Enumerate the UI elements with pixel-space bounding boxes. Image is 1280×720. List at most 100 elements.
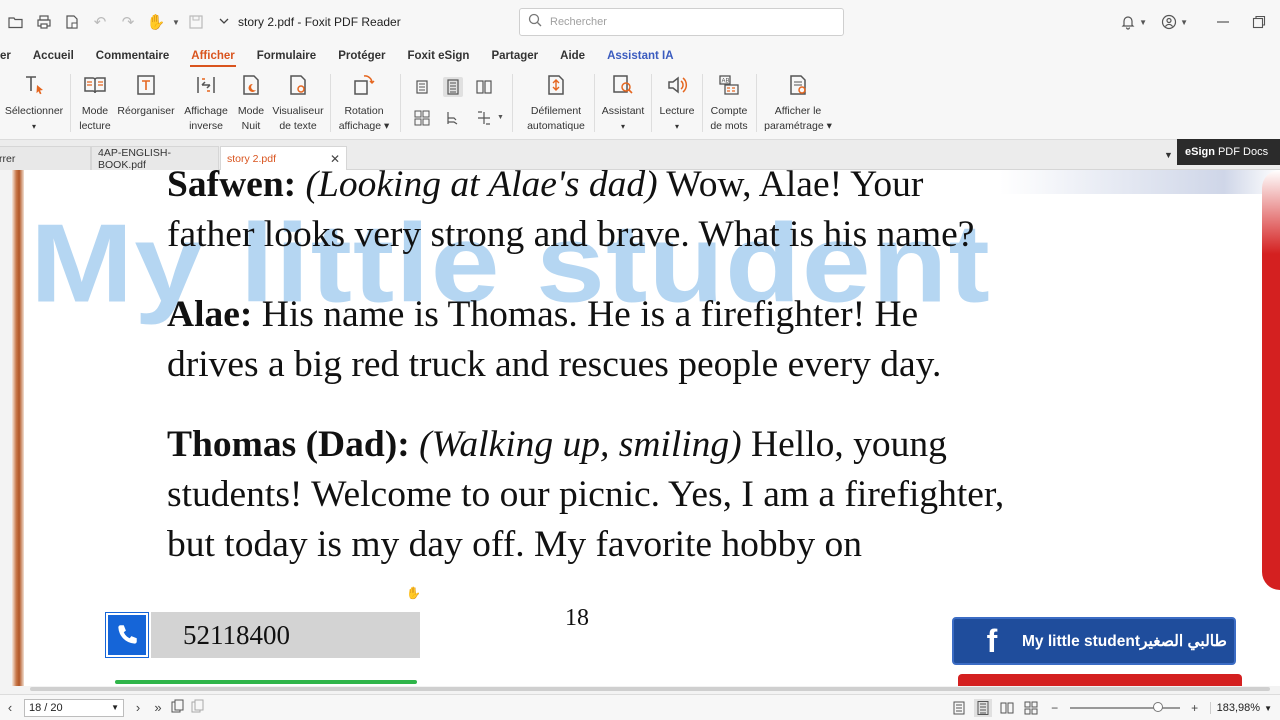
night-label-2: Nuit xyxy=(241,120,261,132)
title-chevron-icon[interactable] xyxy=(218,15,230,30)
stage-direction: (Walking up, smiling) xyxy=(419,424,742,465)
restore-button[interactable] xyxy=(1252,15,1266,29)
notifications-button[interactable]: ▼ xyxy=(1120,14,1147,30)
document-view[interactable]: My little student Safwen: (Looking at Al… xyxy=(0,170,1280,686)
assistant-button[interactable]: Assistant ▾ xyxy=(598,72,648,134)
dialogue-text: His name is Thomas. He is a firefighter!… xyxy=(261,294,919,335)
inverse-view-button[interactable]: Affichage inverse xyxy=(180,72,232,134)
esign-pdf-docs-button[interactable]: eSign PDF Docs xyxy=(1177,139,1280,165)
print-icon[interactable] xyxy=(32,10,56,34)
phone-number: 52118400 xyxy=(151,612,420,658)
facing-mode-button[interactable] xyxy=(998,699,1016,717)
paste-pages-icon[interactable] xyxy=(188,699,208,716)
text-viewer-label-2: de texte xyxy=(279,120,317,132)
facing-view-button[interactable] xyxy=(474,77,494,97)
assistant-search-icon xyxy=(610,72,636,98)
hand-tool-icon[interactable]: ✋ xyxy=(144,10,168,34)
zoom-dropdown-icon: ▼ xyxy=(1264,703,1272,713)
zoom-level-selector[interactable]: 183,98% ▼ xyxy=(1209,702,1272,714)
last-page-button[interactable]: » xyxy=(148,700,168,715)
select-button[interactable]: Sélectionner ▾ xyxy=(4,72,64,134)
page-red-decoration xyxy=(1262,170,1280,590)
foxit-pdf-reader-window: ↶ ↷ ✋ ▼ story 2.pdf - Foxit PDF Reader ▼ xyxy=(0,0,1280,720)
red-decoration xyxy=(958,674,1242,686)
tab-afficher[interactable]: Afficher xyxy=(180,44,245,68)
dialogue-text: but today is my day off. My favorite hob… xyxy=(167,524,863,565)
view-settings-label-2: paramétrage ▾ xyxy=(764,120,832,132)
zoom-slider[interactable] xyxy=(1069,702,1180,712)
reorganize-label: Réorganiser xyxy=(117,105,175,117)
page-number: 18 xyxy=(565,605,589,631)
tab-foxit-esign[interactable]: Foxit eSign xyxy=(396,44,480,68)
continuous-facing-button[interactable] xyxy=(412,108,432,128)
tabs-list-dropdown-icon[interactable]: ▼ xyxy=(1164,150,1173,160)
tab-commentaire[interactable]: Commentaire xyxy=(85,44,181,68)
open-folder-icon[interactable] xyxy=(4,10,28,34)
esign-bold-label: eSign xyxy=(1185,146,1215,158)
bell-icon xyxy=(1121,16,1135,30)
rotate-view-button[interactable]: Rotation affichage ▾ xyxy=(334,72,394,134)
single-page-mode-button[interactable] xyxy=(950,699,968,717)
minimize-button[interactable] xyxy=(1216,15,1230,29)
layout-grid-icon xyxy=(478,111,490,125)
previous-page-button[interactable]: ‹ xyxy=(0,700,20,715)
search-box[interactable] xyxy=(519,8,844,36)
tab-partager[interactable]: Partager xyxy=(480,44,549,68)
read-aloud-label: Lecture xyxy=(659,105,695,117)
page-layout-dropdown-icon[interactable]: ▼ xyxy=(497,114,504,121)
next-page-button[interactable]: › xyxy=(128,700,148,715)
read-aloud-button[interactable]: Lecture ▾ xyxy=(655,72,699,134)
text-select-icon xyxy=(21,72,47,98)
green-decoration xyxy=(115,680,417,684)
ribbon-separator xyxy=(702,74,703,132)
auto-scroll-button[interactable]: Défilement automatique xyxy=(522,72,590,134)
word-count-button[interactable]: AB Compte de mots xyxy=(705,72,753,134)
page-layout-button[interactable] xyxy=(474,108,494,128)
close-tab-icon[interactable]: ✕ xyxy=(330,152,340,166)
continuous-facing-mode-button[interactable] xyxy=(1022,699,1040,717)
zoom-slider-thumb[interactable] xyxy=(1152,702,1163,712)
tab-aide[interactable]: Aide xyxy=(549,44,596,68)
tab-proteger[interactable]: Protéger xyxy=(327,44,396,68)
view-settings-button[interactable]: Afficher le paramétrage ▾ xyxy=(760,72,836,134)
zoom-out-button[interactable]: − xyxy=(1046,699,1064,717)
book-icon xyxy=(82,72,108,98)
search-input[interactable] xyxy=(550,16,830,28)
night-mode-button[interactable]: Mode Nuit xyxy=(234,72,268,134)
text-viewer-button[interactable]: Visualiseur de texte xyxy=(270,72,326,134)
continuous-mode-button[interactable] xyxy=(973,699,992,717)
zoom-in-button[interactable]: + xyxy=(1186,699,1204,717)
doc-tab-label: story 2.pdf xyxy=(227,152,277,165)
reading-mode-button[interactable]: Mode lecture xyxy=(75,72,115,134)
paragraph-safwen: Safwen: (Looking at Alae's dad) Wow, Ala… xyxy=(167,170,1227,260)
tab-formulaire[interactable]: Formulaire xyxy=(246,44,327,68)
page-border-decoration xyxy=(12,170,24,686)
facing-pages-icon xyxy=(476,80,492,94)
doc-tab-4ap-english-book[interactable]: 4AP-ENGLISH-BOOK.pdf xyxy=(91,146,219,171)
tab-accueil[interactable]: Accueil xyxy=(22,44,85,68)
status-bar: ‹ 18 / 20 ▼ › » − + 183,98% ▼ xyxy=(0,694,1280,720)
horizontal-scrollbar[interactable] xyxy=(30,687,1270,691)
copy-pages-icon[interactable] xyxy=(168,699,188,716)
esign-label: PDF Docs xyxy=(1217,146,1269,158)
svg-text:AB: AB xyxy=(722,79,730,85)
dialogue-text: father looks very strong and brave. What… xyxy=(167,214,975,255)
undo-icon[interactable]: ↶ xyxy=(88,10,112,34)
hand-tool-dropdown-icon[interactable]: ▼ xyxy=(172,18,180,27)
split-view-button[interactable] xyxy=(443,108,463,128)
dialogue-text: Wow, Alae! Your xyxy=(666,170,924,205)
select-dropdown: ▾ xyxy=(31,122,36,131)
tab-partial[interactable]: er xyxy=(0,44,22,68)
page-selector[interactable]: 18 / 20 ▼ xyxy=(24,698,124,717)
redo-icon[interactable]: ↷ xyxy=(116,10,140,34)
single-page-view-button[interactable] xyxy=(412,77,432,97)
facebook-icon: f xyxy=(986,622,998,659)
disk-save-icon[interactable] xyxy=(184,10,208,34)
continuous-view-button[interactable] xyxy=(443,77,463,97)
reorganize-button[interactable]: Réorganiser xyxy=(117,72,175,119)
tab-assistant-ia[interactable]: Assistant IA xyxy=(596,44,684,68)
doc-tab-previous[interactable]: rrer xyxy=(0,146,91,170)
account-button[interactable]: ▼ xyxy=(1161,14,1188,30)
doc-tab-story-2[interactable]: story 2.pdf ✕ xyxy=(220,146,347,170)
save-as-icon[interactable] xyxy=(60,10,84,34)
